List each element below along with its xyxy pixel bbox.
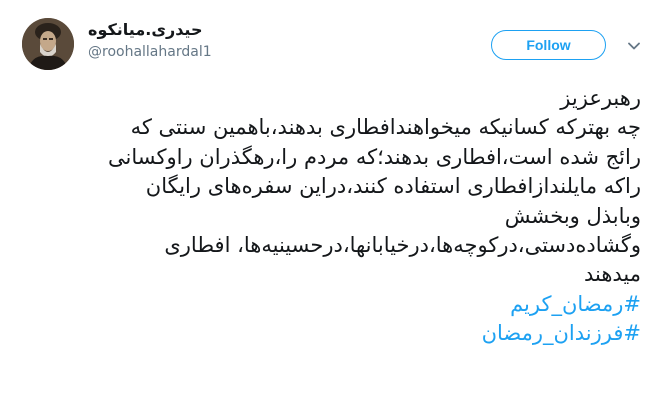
hashtag-link[interactable]: #رمضان_کریم	[18, 290, 641, 319]
tweet-text: رهبرعزیز چه بهترکه کسانیکه میخواهندافطار…	[18, 84, 641, 349]
tweet-line: رائج شده است،افطاری بدهند؛که مردم را،رهگ…	[108, 144, 641, 169]
tweet-line: رهبرعزیز	[560, 86, 641, 110]
tweet-line: راکه مایلندازافطاری استفاده کنند،دراین س…	[145, 174, 641, 199]
author-handle[interactable]: @roohallahardal1	[88, 42, 212, 62]
tweet-line: چه بهترکه کسانیکه میخواهندافطاری بدهند،ب…	[130, 115, 641, 140]
tweet-line: میدهند	[583, 262, 641, 287]
tweet-card: حیدری.میانکوه @roohallahardal1 Follow ره…	[0, 0, 659, 409]
author-info[interactable]: حیدری.میانکوه @roohallahardal1	[88, 20, 212, 62]
author-display-name[interactable]: حیدری.میانکوه	[88, 20, 212, 40]
follow-button[interactable]: Follow	[491, 30, 606, 60]
avatar[interactable]	[22, 18, 74, 70]
tweet-line: وبابذل وبخشش	[504, 203, 641, 228]
avatar-image	[22, 18, 74, 70]
hashtag-link[interactable]: #فرزندان_رمضان	[18, 319, 641, 348]
chevron-down-icon[interactable]	[626, 38, 642, 54]
tweet-line: وگشاده‌دستی،درکوچه‌ها،درخیابانها،درحسینی…	[164, 233, 641, 258]
